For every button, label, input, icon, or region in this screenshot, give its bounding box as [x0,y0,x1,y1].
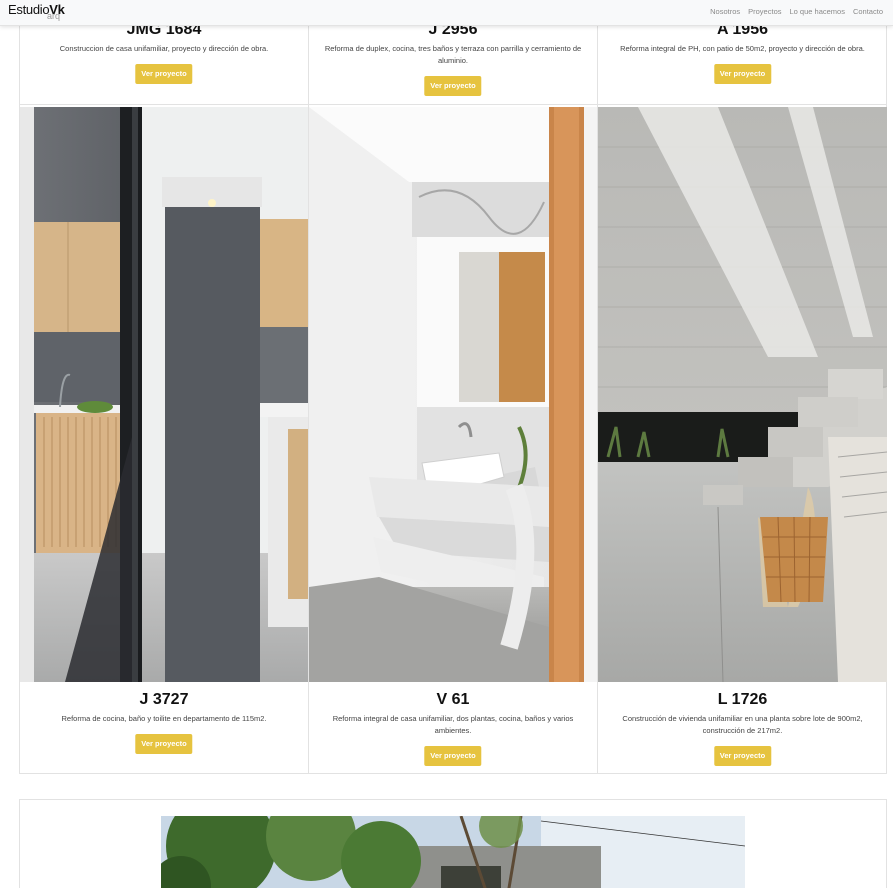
project-title: J 3727 [139,691,189,708]
nav-link-contacto[interactable]: Contacto [853,7,883,16]
project-description: Reforma de duplex, cocina, tres baños y … [324,44,582,65]
brand-sub: arq [47,11,61,21]
project-photo-bathroom[interactable] [309,107,597,682]
nav-links: Nosotros Proyectos Lo que hacemos Contac… [710,7,883,16]
view-project-button[interactable]: Ver proyecto [135,734,193,754]
project-description: Construccion de casa unifamiliar, proyec… [59,44,269,53]
project-title: V 61 [436,691,470,708]
project-photo-house-exterior[interactable] [161,816,745,888]
project-title: L 1726 [717,691,768,708]
project-column: A 1956 Reforma integral de PH, con patio… [598,0,887,774]
nav-link-lo-que-hacemos[interactable]: Lo que hacemos [790,7,845,16]
project-photo-patio[interactable] [598,107,887,682]
project-card: L 1726 Construcción de vivienda unifamil… [598,682,887,774]
project-description: Reforma de cocina, baño y toilite en dep… [61,714,267,723]
projects-grid: JMG 1684 Construccion de casa unifamilia… [19,0,887,774]
view-project-button[interactable]: Ver proyecto [713,64,772,84]
navbar: EstudioVk arq Nosotros Proyectos Lo que … [0,0,893,26]
project-column: J 2956 Reforma de duplex, cocina, tres b… [309,0,598,774]
featured-project-card [19,799,887,888]
bathroom-image [309,107,597,682]
view-project-button[interactable]: Ver proyecto [424,76,482,96]
nav-link-nosotros[interactable]: Nosotros [710,7,740,16]
project-description: Reforma integral de PH, con patio de 50m… [620,44,865,53]
brand-main: Estudio [8,2,50,17]
project-photo-kitchen[interactable] [20,107,308,682]
view-project-button[interactable]: Ver proyecto [713,746,772,766]
patio-image [598,107,887,682]
view-project-button[interactable]: Ver proyecto [424,746,482,766]
house-exterior-image [161,816,745,888]
project-card: J 3727 Reforma de cocina, baño y toilite… [20,682,308,774]
project-column: JMG 1684 Construccion de casa unifamilia… [20,0,309,774]
kitchen-image [20,107,308,682]
page: EstudioVk arq Nosotros Proyectos Lo que … [0,0,893,888]
project-card: V 61 Reforma integral de casa unifamilia… [309,682,597,774]
project-description: Construcción de vivienda unifamiliar en … [622,714,863,735]
view-project-button[interactable]: Ver proyecto [135,64,193,84]
nav-link-proyectos[interactable]: Proyectos [748,7,781,16]
project-description: Reforma integral de casa unifamiliar, do… [332,714,574,735]
